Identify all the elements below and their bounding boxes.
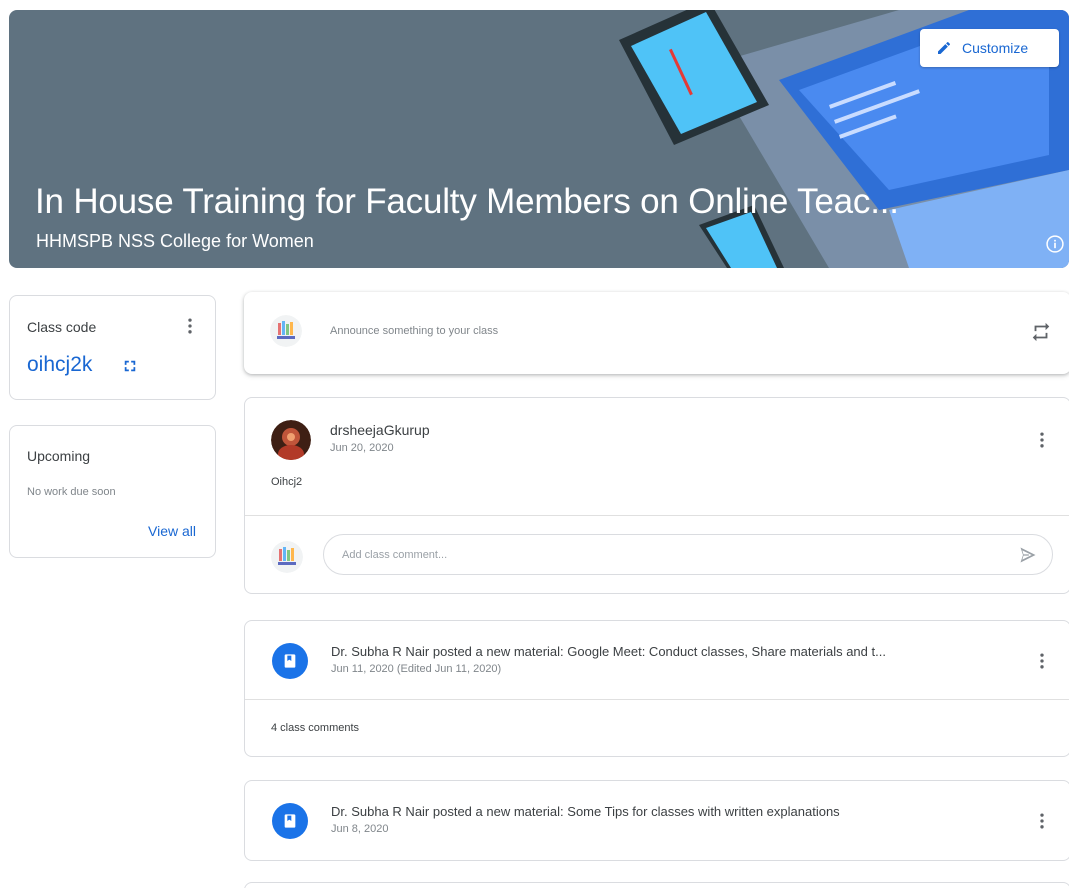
material-title[interactable]: Dr. Subha R Nair posted a new material: … bbox=[331, 644, 1011, 659]
pencil-icon bbox=[938, 41, 951, 54]
upcoming-title: Upcoming bbox=[27, 448, 91, 464]
divider bbox=[245, 699, 1069, 700]
class-title: In House Training for Faculty Members on… bbox=[35, 182, 899, 221]
material-post-card[interactable]: Dr. Subha R Nair posted a new material: … bbox=[244, 620, 1069, 757]
repost-icon[interactable] bbox=[1030, 321, 1052, 343]
send-icon[interactable] bbox=[1018, 545, 1038, 565]
view-all-link[interactable]: View all bbox=[148, 523, 196, 539]
upcoming-card: Upcoming No work due soon View all bbox=[9, 425, 216, 558]
customize-button[interactable]: Customize bbox=[920, 29, 1059, 67]
info-icon[interactable] bbox=[1045, 234, 1065, 254]
post-body: Oihcj2 bbox=[271, 476, 303, 488]
upcoming-empty-text: No work due soon bbox=[27, 486, 116, 498]
material-doc-icon bbox=[272, 643, 308, 679]
material-post-card[interactable]: Dr. Subha R Nair posted a new material: … bbox=[244, 780, 1069, 861]
class-comments-link[interactable]: 4 class comments bbox=[271, 722, 359, 734]
banner-illustration bbox=[619, 10, 1069, 268]
divider bbox=[245, 515, 1069, 516]
class-code-card: Class code oihcj2k bbox=[9, 295, 216, 400]
material-date: Jun 11, 2020 (Edited Jun 11, 2020) bbox=[331, 663, 502, 675]
class-logo-icon bbox=[270, 315, 302, 347]
announce-input[interactable]: Announce something to your class bbox=[330, 325, 498, 337]
post-date: Jun 20, 2020 bbox=[330, 442, 394, 454]
more-vert-icon[interactable] bbox=[1032, 811, 1052, 831]
material-title[interactable]: Dr. Subha R Nair posted a new material: … bbox=[331, 804, 1011, 819]
class-subtitle: HHMSPB NSS College for Women bbox=[36, 231, 314, 251]
class-banner: Customize In House Training for Faculty … bbox=[9, 10, 1069, 268]
class-code-label: Class code bbox=[27, 319, 97, 335]
customize-label: Customize bbox=[962, 40, 1029, 56]
post-author: drsheejaGkurup bbox=[330, 422, 430, 438]
fullscreen-icon[interactable] bbox=[123, 359, 137, 373]
comment-placeholder: Add class comment... bbox=[342, 548, 448, 561]
class-code-value: oihcj2k bbox=[27, 353, 93, 376]
more-vert-icon[interactable] bbox=[180, 316, 200, 336]
announce-box[interactable]: Announce something to your class bbox=[244, 292, 1069, 374]
next-post-card bbox=[244, 882, 1069, 888]
class-logo-icon bbox=[271, 541, 303, 573]
more-vert-icon[interactable] bbox=[1032, 430, 1052, 450]
avatar[interactable] bbox=[271, 420, 311, 460]
post-card: drsheejaGkurup Jun 20, 2020 Oihcj2 Add c… bbox=[244, 397, 1069, 594]
material-date: Jun 8, 2020 bbox=[331, 823, 389, 835]
material-doc-icon bbox=[272, 803, 308, 839]
more-vert-icon[interactable] bbox=[1032, 651, 1052, 671]
class-comment-input[interactable]: Add class comment... bbox=[323, 534, 1053, 575]
